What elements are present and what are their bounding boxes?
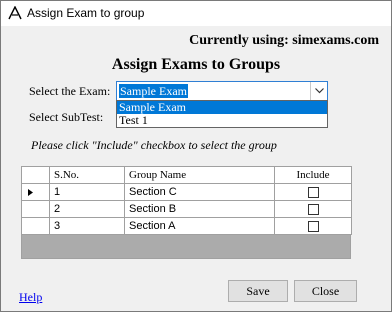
row-header-cell[interactable] (21, 200, 50, 218)
dropdown-option-sample-exam[interactable]: Sample Exam (117, 101, 327, 114)
include-checkbox[interactable] (307, 203, 319, 215)
groups-grid: S.No. Group Name Include 1 Section C 2 S… (21, 166, 352, 259)
cell-include[interactable] (274, 200, 352, 218)
page-title: Assign Exams to Groups (111, 56, 281, 73)
exam-dropdown-list: Sample Exam Test 1 (116, 100, 328, 128)
dropdown-option-test-1[interactable]: Test 1 (117, 114, 327, 127)
cell-include[interactable] (274, 183, 352, 201)
row-header-cell[interactable] (21, 183, 50, 201)
cell-group-name[interactable]: Section C (124, 183, 275, 201)
cell-include[interactable] (274, 217, 352, 235)
chevron-down-icon (315, 88, 324, 94)
cell-group-name[interactable]: Section A (124, 217, 275, 235)
subtest-label: Select SubTest: (29, 110, 104, 124)
close-button[interactable]: Close (294, 280, 357, 302)
help-link[interactable]: Help (19, 290, 42, 305)
include-checkbox[interactable] (307, 220, 319, 232)
save-button[interactable]: Save (228, 280, 288, 302)
current-using-text: Currently using: simexams.com (189, 33, 379, 48)
table-row[interactable]: 1 Section C (21, 183, 352, 201)
cell-sno[interactable]: 2 (49, 200, 125, 218)
cell-sno[interactable]: 1 (49, 183, 125, 201)
exam-label: Select the Exam: (29, 84, 111, 98)
assign-exam-window: Assign Exam to group Currently using: si… (0, 0, 392, 312)
cell-sno[interactable]: 3 (49, 217, 125, 235)
dropdown-toggle[interactable] (310, 82, 327, 100)
current-row-arrow-icon (28, 189, 33, 196)
title-bar: Assign Exam to group (1, 1, 391, 26)
include-checkbox[interactable] (307, 186, 319, 198)
instruction-text: Please click "Include" checkbox to selec… (31, 138, 277, 152)
exam-select-value: Sample Exam (119, 84, 188, 98)
grid-corner-cell (21, 166, 50, 184)
column-header-sno[interactable]: S.No. (49, 166, 125, 184)
grid-header-row: S.No. Group Name Include (21, 166, 352, 184)
row-header-cell[interactable] (21, 217, 50, 235)
column-header-group-name[interactable]: Group Name (124, 166, 275, 184)
table-row[interactable]: 2 Section B (21, 200, 352, 218)
app-logo-icon (8, 5, 22, 20)
table-row[interactable]: 3 Section A (21, 217, 352, 235)
dialog-body: Currently using: simexams.com Assign Exa… (1, 26, 391, 311)
window-title: Assign Exam to group (27, 6, 145, 20)
cell-group-name[interactable]: Section B (124, 200, 275, 218)
column-header-include[interactable]: Include (274, 166, 352, 184)
exam-select[interactable]: Sample Exam (116, 81, 328, 101)
